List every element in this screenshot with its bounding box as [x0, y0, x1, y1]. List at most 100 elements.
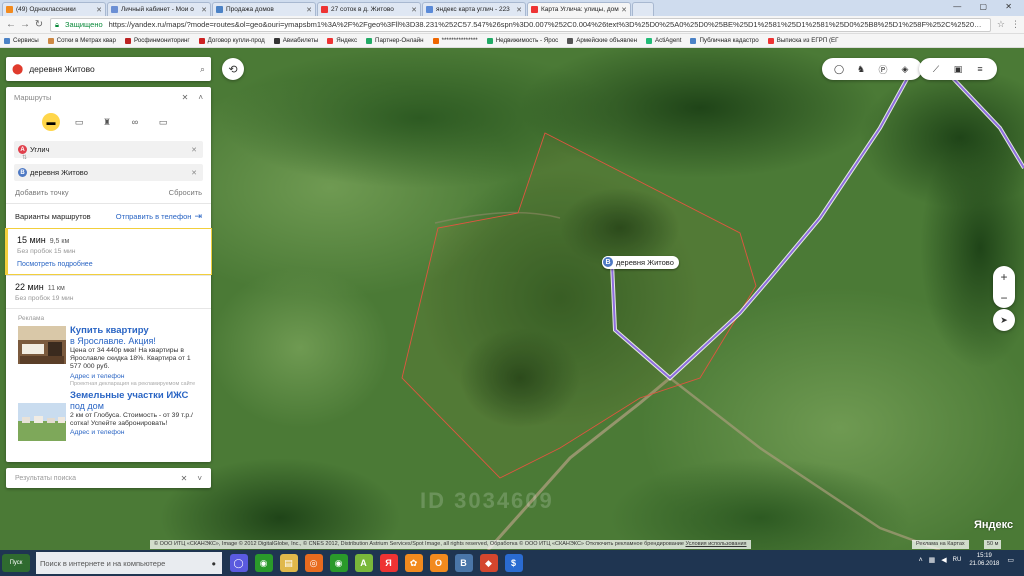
clear-a-icon[interactable]: ✕ [191, 146, 197, 154]
tab-close-icon[interactable]: ✕ [411, 6, 417, 14]
forward-icon[interactable]: → [18, 19, 32, 30]
bookmark-item[interactable]: Сотки в Метрах квар [47, 37, 116, 44]
language-indicator[interactable]: RU [953, 557, 962, 563]
notifications-icon[interactable]: ▭ [1007, 556, 1014, 564]
tab-close-icon[interactable]: ✕ [96, 6, 102, 14]
bookmark-item[interactable]: Росфинмониторинг [124, 37, 190, 44]
ad-contact-link[interactable]: Адрес и телефон [70, 373, 201, 380]
back-icon[interactable]: ← [4, 19, 18, 30]
waypoint-b-field[interactable]: B деревня Житово ✕ [14, 164, 203, 181]
browser-tab[interactable]: яндекс карта углич - 223 ✕ [422, 2, 526, 16]
collapse-icon[interactable]: ˄ [198, 93, 203, 102]
tab-close-icon[interactable]: ✕ [516, 6, 522, 14]
zoom-in-icon[interactable]: + [1000, 270, 1007, 284]
walk-mode-icon[interactable]: ♜ [98, 113, 116, 131]
tab-close-icon[interactable]: ✕ [621, 6, 627, 14]
route-option-1[interactable]: 15 мин 9,5 км Без пробок 15 мин Посмотрет… [5, 228, 212, 275]
close-icon[interactable]: ✕ [181, 474, 188, 483]
close-icon[interactable]: ✕ [182, 93, 189, 102]
bookmark-item[interactable]: Яндекс [327, 37, 357, 44]
tab-close-icon[interactable]: ✕ [306, 6, 312, 14]
print-icon[interactable]: ▣ [950, 61, 966, 77]
volume-icon[interactable]: ◀ [941, 556, 946, 564]
route-option-2[interactable]: 22 мин 11 км Без пробок 19 мин [6, 276, 211, 308]
ruler-icon[interactable]: ⟋ [928, 61, 944, 77]
destination-pin[interactable]: B [602, 256, 614, 268]
browser-tab[interactable]: Карта Углича: улицы, дом ✕ [527, 2, 631, 16]
car-mode-icon[interactable]: ▬ [42, 113, 60, 131]
route-details-link[interactable]: Посмотреть подробнее [17, 261, 202, 268]
taskbar-app-icon[interactable]: ✿ [404, 554, 423, 572]
taskbar-app-icon[interactable]: В [454, 554, 473, 572]
taskbar-app-icon[interactable]: A [354, 554, 373, 572]
bookmark-item[interactable]: Партнер-Онлайн [366, 37, 424, 44]
send-to-phone-link[interactable]: Отправить в телефон [116, 212, 192, 221]
window-controls[interactable]: — ▢ ✕ [953, 2, 1020, 11]
map-layers-toggle-icon[interactable]: ⟲ [222, 58, 244, 80]
waypoint-a-field[interactable]: A Углич ✕ [14, 141, 203, 158]
traffic-layer-icon[interactable]: ◯ [831, 61, 847, 77]
bookmark-item[interactable]: Недвижимость - Ярос [486, 37, 558, 44]
browser-tab[interactable]: Продажа домов ✕ [212, 2, 316, 16]
bookmark-item[interactable]: Сервисы [4, 37, 39, 44]
search-icon[interactable]: ⌕ [200, 64, 205, 75]
bus-mode-icon[interactable]: ▭ [70, 113, 88, 131]
taskbar-app-icon[interactable]: $ [504, 554, 523, 572]
geolocation-icon[interactable]: ➤ [993, 309, 1015, 331]
bookmark-item[interactable]: Договор купли-прод [198, 37, 265, 44]
transport-layer-icon[interactable]: ♞ [853, 61, 869, 77]
ad-subtitle[interactable]: в Ярославле. Акция! [70, 336, 201, 347]
taskbar-app-icon[interactable]: ▤ [279, 554, 298, 572]
reset-link[interactable]: Сбросить [169, 188, 202, 197]
new-tab-button[interactable] [632, 2, 654, 16]
zoom-out-icon[interactable]: − [1000, 291, 1007, 305]
taskbar-app-icon[interactable]: ◎ [304, 554, 323, 572]
ads-on-map-link[interactable]: Реклама на Картах [912, 540, 969, 549]
taskbar-app-icon[interactable]: ◯ [229, 554, 248, 572]
bookmark-item[interactable]: Публичная кадастро [690, 37, 759, 44]
taxi-mode-icon[interactable]: ▭ [154, 113, 172, 131]
bookmark-item[interactable]: *************** [432, 37, 478, 44]
browser-menu-icon[interactable]: ⋮ [1011, 19, 1020, 30]
clock[interactable]: 15:19 21.06.2018 [969, 552, 999, 568]
microphone-icon[interactable]: ● [211, 559, 216, 568]
taskbar-app-icon[interactable]: ◆ [479, 554, 498, 572]
ad-title[interactable]: Купить квартиру [70, 326, 201, 336]
send-to-phone-icon[interactable]: ⇥ [194, 211, 202, 222]
ad-item[interactable]: Купить квартиру в Ярославле. Акция! Цена… [6, 326, 211, 387]
clear-b-icon[interactable]: ✕ [191, 169, 197, 177]
expand-icon[interactable]: ˅ [197, 474, 202, 483]
browser-tab[interactable]: 27 соток в д. Житово ✕ [317, 2, 421, 16]
bookmark-item[interactable]: Выписка из ЕГРП (ЕГ [767, 37, 839, 44]
bookmark-item[interactable]: Авиабилеты [273, 37, 318, 44]
bookmark-item[interactable]: Армейские объявлен [567, 37, 637, 44]
tray-up-icon[interactable]: ˄ [919, 557, 923, 564]
taskbar-app-icon[interactable]: ◉ [254, 554, 273, 572]
bookmark-item[interactable]: ActiAgent [645, 37, 681, 44]
bike-mode-icon[interactable]: ∞ [126, 113, 144, 131]
taskbar-app-icon[interactable]: ◉ [329, 554, 348, 572]
bookmark-star-icon[interactable]: ☆ [997, 19, 1005, 30]
ad-item[interactable]: Земельные участки ИЖС под дом 2 км от Гл… [6, 390, 211, 453]
terms-link[interactable]: Условия использования [685, 541, 746, 547]
swap-waypoints-icon[interactable]: ⇅ [22, 154, 27, 161]
search-input[interactable]: деревня Житово [29, 64, 200, 74]
search-box[interactable]: ⬤ деревня Житово ⌕ [6, 57, 211, 81]
tab-close-icon[interactable]: ✕ [201, 6, 207, 14]
parking-layer-icon[interactable]: Ⓟ [875, 61, 891, 77]
network-icon[interactable]: ▦ [929, 556, 936, 564]
reload-icon[interactable]: ↻ [32, 19, 46, 30]
ad-title[interactable]: Земельные участки ИЖС [70, 390, 201, 401]
search-results-panel[interactable]: Результаты поиска ✕ ˅ [6, 468, 211, 488]
menu-icon[interactable]: ≡ [972, 61, 988, 77]
browser-tab[interactable]: (49) Одноклассники ✕ [2, 2, 106, 16]
map-type-icon[interactable]: ◈ [897, 61, 913, 77]
add-point-link[interactable]: Добавить точку [15, 188, 69, 197]
ad-subtitle[interactable]: под дом [70, 401, 201, 412]
start-button[interactable]: Пуск [2, 554, 30, 572]
taskbar-search[interactable]: Поиск в интернете и на компьютере ● [36, 552, 222, 574]
taskbar-app-icon[interactable]: О [429, 554, 448, 572]
ad-contact-link[interactable]: Адрес и телефон [70, 429, 201, 436]
browser-tab[interactable]: Личный кабинет - Мои о ✕ [107, 2, 211, 16]
url-field[interactable]: 🔒︎ Защищено https://yandex.ru/maps/?mode… [50, 17, 991, 32]
